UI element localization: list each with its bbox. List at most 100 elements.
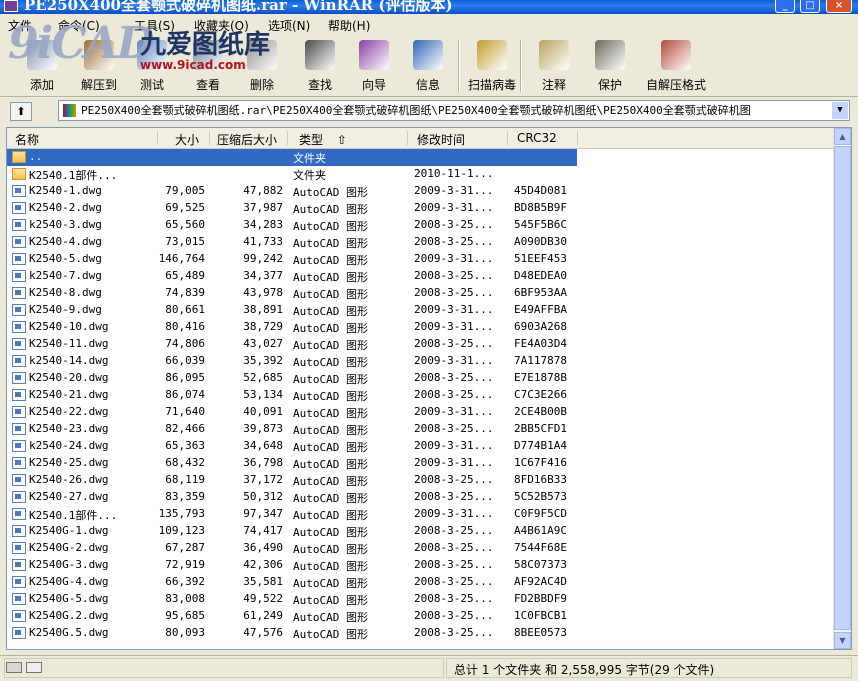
scroll-thumb[interactable] (834, 146, 851, 630)
cell-size: 83,008 (165, 592, 205, 605)
maximize-button[interactable]: □ (800, 0, 820, 13)
cell-date: 2009-3-31... (414, 184, 494, 197)
file-row[interactable]: K2540.1部件... 135,793 97,347 AutoCAD 图形 2009-… (7, 506, 835, 523)
cell-packed: 39,873 (243, 422, 283, 435)
menu-commands[interactable]: 命令(C) (58, 17, 100, 34)
file-row[interactable]: K2540-23.dwg 82,466 39,873 AutoCAD 图形 2008-3… (7, 421, 835, 438)
cell-name: K2540.1部件... (29, 169, 118, 182)
cell-name: K2540-2.dwg (29, 201, 102, 214)
scroll-up-button[interactable]: ▲ (834, 128, 851, 145)
vertical-scrollbar[interactable]: ▲ ▼ (833, 128, 851, 649)
file-row[interactable]: K2540-11.dwg 74,806 43,027 AutoCAD 图形 2008-3… (7, 336, 835, 353)
file-row[interactable]: k2540-3.dwg 65,560 34,283 AutoCAD 图形 2008-3-… (7, 217, 835, 234)
file-row[interactable]: K2540G-1.dwg 109,123 74,417 AutoCAD 图形 2008-… (7, 523, 835, 540)
menu-file[interactable]: 文件 (8, 17, 32, 34)
scroll-down-button[interactable]: ▼ (834, 632, 851, 649)
menu-options[interactable]: 选项(N) (268, 17, 310, 34)
file-row[interactable]: k2540-14.dwg 66,039 35,392 AutoCAD 图形 2009-3… (7, 353, 835, 370)
folder-row[interactable]: K2540.1部件... 文件夹 2010-11-1... (7, 166, 835, 183)
cell-date: 2008-3-25... (414, 473, 494, 486)
toolbar-button-scan-virus[interactable]: 扫描病毒 (462, 38, 522, 94)
cell-crc: 545F5B6C (514, 218, 567, 231)
dwg-file-icon (12, 474, 26, 486)
cell-type: AutoCAD 图形 (293, 356, 368, 369)
file-row[interactable]: K2540-25.dwg 68,432 36,798 AutoCAD 图形 2009-3… (7, 455, 835, 472)
close-button[interactable]: × (826, 0, 852, 13)
toolbar-button-test[interactable]: 测试 (128, 38, 176, 94)
file-row[interactable]: K2540-27.dwg 83,359 50,312 AutoCAD 图形 2008-3… (7, 489, 835, 506)
file-row[interactable]: K2540-20.dwg 86,095 52,685 AutoCAD 图形 2008-3… (7, 370, 835, 387)
file-row[interactable]: K2540-4.dwg 73,015 41,733 AutoCAD 图形 2008-3-… (7, 234, 835, 251)
column-modified[interactable]: 修改时间 (417, 131, 465, 148)
column-size[interactable]: 大小 (175, 131, 199, 148)
toolbar-button-wizard[interactable]: 向导 (350, 38, 398, 94)
cell-size: 74,839 (165, 286, 205, 299)
file-row[interactable]: K2540-10.dwg 80,416 38,729 AutoCAD 图形 2009-3… (7, 319, 835, 336)
cell-date: 2009-3-31... (414, 405, 494, 418)
cell-size: 71,640 (165, 405, 205, 418)
minimize-button[interactable]: _ (775, 0, 795, 13)
file-row[interactable]: K2540G-2.dwg 67,287 36,490 AutoCAD 图形 2008-3… (7, 540, 835, 557)
folder-row[interactable]: .. 文件夹 (7, 149, 577, 166)
path-field[interactable]: PE250X400全套颚式破碎机图纸.rar\PE250X400全套颚式破碎机图… (58, 100, 850, 121)
file-row[interactable]: k2540-7.dwg 65,489 34,377 AutoCAD 图形 2008-3-… (7, 268, 835, 285)
column-packed[interactable]: 压缩后大小 (217, 131, 277, 148)
column-type-label: 类型 (299, 133, 324, 147)
menu-tools[interactable]: 工具(S) (134, 17, 175, 34)
toolbar-button-sfx[interactable]: 自解压格式 (636, 38, 716, 94)
file-row[interactable]: K2540-21.dwg 86,074 53,134 AutoCAD 图形 2008-3… (7, 387, 835, 404)
cell-packed: 47,882 (243, 184, 283, 197)
path-dropdown-button[interactable]: ▼ (831, 102, 848, 119)
file-row[interactable]: K2540-5.dwg 146,764 99,242 AutoCAD 图形 2009-3… (7, 251, 835, 268)
drive-icon[interactable] (6, 662, 22, 673)
cell-crc: 51EEF453 (514, 252, 567, 265)
menu-help[interactable]: 帮助(H) (328, 17, 370, 34)
dwg-file-icon (12, 423, 26, 435)
file-row[interactable]: K2540-8.dwg 74,839 43,978 AutoCAD 图形 2008-3-… (7, 285, 835, 302)
cell-date: 2008-3-25... (414, 218, 494, 231)
column-name[interactable]: 名称 (15, 131, 39, 148)
cell-type: AutoCAD 图形 (293, 220, 368, 233)
file-list[interactable]: 名称 大小 压缩后大小 类型 ⇧ 修改时间 CRC32 .. 文件夹 K2540.1… (6, 127, 852, 650)
file-row[interactable]: K2540G-5.dwg 83,008 49,522 AutoCAD 图形 2008-3… (7, 591, 835, 608)
file-row[interactable]: K2540-1.dwg 79,005 47,882 AutoCAD 图形 2009-3-… (7, 183, 835, 200)
cell-name: K2540-1.dwg (29, 184, 102, 197)
menu-favorites[interactable]: 收藏夹(O) (194, 17, 249, 34)
column-type[interactable]: 类型 ⇧ (299, 131, 347, 148)
cell-size: 65,363 (165, 439, 205, 452)
toolbar-button-delete[interactable]: 删除 (238, 38, 286, 94)
cell-packed: 34,648 (243, 439, 283, 452)
toolbar-button-add[interactable]: 添加 (18, 38, 66, 94)
cell-type: AutoCAD 图形 (293, 339, 368, 352)
cell-crc: 7544F68E (514, 541, 567, 554)
scan-virus-icon (477, 40, 507, 70)
toolbar-button-comment[interactable]: 注释 (530, 38, 578, 94)
file-row[interactable]: K2540G-4.dwg 66,392 35,581 AutoCAD 图形 2008-3… (7, 574, 835, 591)
toolbar-button-label: 删除 (249, 78, 274, 92)
cell-type: AutoCAD 图形 (293, 526, 368, 539)
file-row[interactable]: K2540-26.dwg 68,119 37,172 AutoCAD 图形 2008-3… (7, 472, 835, 489)
column-crc32[interactable]: CRC32 (517, 131, 557, 145)
delete-icon (247, 40, 277, 70)
file-row[interactable]: K2540-2.dwg 69,525 37,987 AutoCAD 图形 2009-3-… (7, 200, 835, 217)
cell-packed: 50,312 (243, 490, 283, 503)
cell-type: 文件夹 (293, 152, 326, 165)
key-icon[interactable] (26, 662, 42, 673)
up-folder-button[interactable]: ⬆ (10, 102, 32, 121)
cell-date: 2008-3-25... (414, 337, 494, 350)
toolbar-button-protect[interactable]: 保护 (586, 38, 634, 94)
toolbar-button-info[interactable]: 信息 (408, 38, 448, 94)
cell-packed: 37,172 (243, 473, 283, 486)
file-row[interactable]: K2540G-3.dwg 72,919 42,306 AutoCAD 图形 2008-3… (7, 557, 835, 574)
file-row[interactable]: K2540G.2.dwg 95,685 61,249 AutoCAD 图形 2008-3… (7, 608, 835, 625)
file-row[interactable]: K2540G.5.dwg 80,093 47,576 AutoCAD 图形 2008-3… (7, 625, 835, 642)
toolbar-button-view[interactable]: 查看 (184, 38, 232, 94)
file-row[interactable]: K2540-22.dwg 71,640 40,091 AutoCAD 图形 2009-3… (7, 404, 835, 421)
toolbar-button-find[interactable]: 查找 (296, 38, 344, 94)
toolbar-button-extract[interactable]: 解压到 (70, 38, 128, 94)
cell-size: 82,466 (165, 422, 205, 435)
file-row[interactable]: K2540-9.dwg 80,661 38,891 AutoCAD 图形 2009-3-… (7, 302, 835, 319)
winrar-app-icon[interactable] (4, 0, 18, 12)
file-row[interactable]: k2540-24.dwg 65,363 34,648 AutoCAD 图形 2009-3… (7, 438, 835, 455)
dwg-file-icon (12, 559, 26, 571)
